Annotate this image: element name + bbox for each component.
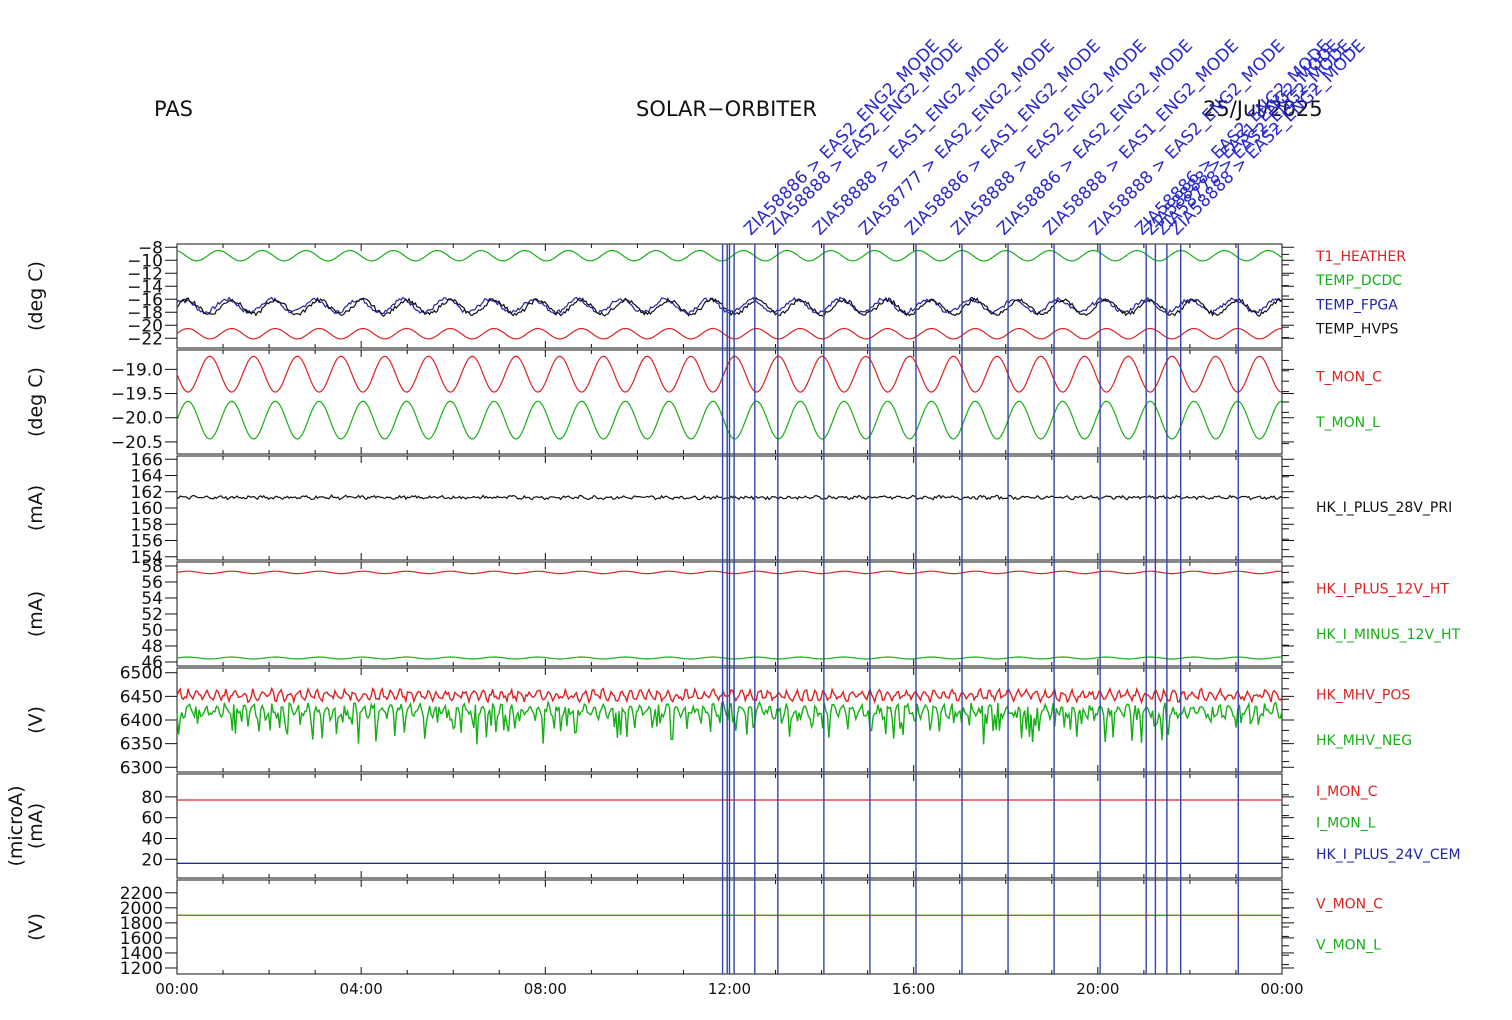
legend-label: HK_I_MINUS_12V_HT <box>1316 627 1461 643</box>
x-tick-label: 00:00 <box>155 980 198 998</box>
panel-4: 46485052545658(mA)HK_I_PLUS_12V_HTHK_I_M… <box>25 557 1461 673</box>
legend-label: HK_MHV_POS <box>1316 688 1410 704</box>
x-tick-label: 16:00 <box>892 980 935 998</box>
y-tick-label: −19.0 <box>111 360 163 380</box>
y-axis-label: (deg C) <box>25 261 47 331</box>
y-tick-label: 2200 <box>120 884 163 904</box>
y-tick-label: −22 <box>127 329 163 349</box>
y-tick-label: 6500 <box>120 664 163 684</box>
x-tick-label: 12:00 <box>708 980 751 998</box>
legend-label: HK_I_PLUS_28V_PRI <box>1316 500 1452 516</box>
x-tick-label: 20:00 <box>1076 980 1119 998</box>
housekeeping-chart: −8−10−12−14−16−18−20−22(deg C)T1_HEATHER… <box>5 36 1461 998</box>
legend-label: HK_MHV_NEG <box>1316 733 1412 749</box>
y-tick-label: 166 <box>131 450 163 470</box>
legend-label: TEMP_DCDC <box>1315 273 1402 289</box>
y-axis-label-2: (microA) <box>5 785 27 866</box>
y-tick-label: 6300 <box>120 758 163 778</box>
y-tick-label: 40 <box>141 829 163 849</box>
legend-label: T1_HEATHER <box>1315 249 1406 265</box>
panel-7: 120014001600180020002200(V)V_MON_CV_MON_… <box>25 879 1383 979</box>
y-axis-label: (V) <box>25 706 47 734</box>
legend-label: TEMP_FPGA <box>1315 297 1398 313</box>
legend-label: V_MON_C <box>1316 897 1383 913</box>
panel-6: 20406080 (mA)(microA) I_MON_C I_MON_L HK_I_P… <box>5 773 1461 879</box>
x-tick-label: 04:00 <box>340 980 383 998</box>
y-tick-label: 60 <box>141 809 163 829</box>
y-tick-label: 58 <box>141 557 163 577</box>
legend-label: T_MON_L <box>1315 415 1380 431</box>
panel-1: −8−10−12−14−16−18−20−22(deg C)T1_HEATHER… <box>25 238 1406 349</box>
y-tick-label: −20.0 <box>111 409 163 429</box>
legend-label: T_MON_C <box>1315 370 1382 386</box>
y-tick-label: −19.5 <box>111 385 163 405</box>
y-axis-label: (mA) <box>25 803 47 849</box>
y-tick-label: 6350 <box>120 735 163 755</box>
y-axis-label: (V) <box>25 913 47 941</box>
y-tick-label: 80 <box>141 788 163 808</box>
panel-5: 6300 6350 6400 6450 6500 (V) HK_MHV_POS HK_MHV_… <box>25 664 1412 779</box>
x-tick-label: 08:00 <box>524 980 567 998</box>
legend-label: V_MON_L <box>1316 937 1381 953</box>
legend-label: I_MON_C <box>1316 784 1378 800</box>
y-axis-label: (mA) <box>25 591 47 637</box>
legend-label: TEMP_HVPS <box>1315 321 1398 337</box>
y-tick-label: 20 <box>141 850 163 870</box>
x-tick-label: 00:00 <box>1260 980 1303 998</box>
y-tick-label: 6450 <box>120 687 163 707</box>
y-tick-label: 6400 <box>120 711 163 731</box>
legend-label: HK_I_PLUS_12V_HT <box>1316 582 1449 598</box>
legend-label: I_MON_L <box>1316 816 1376 832</box>
legend-label: HK_I_PLUS_24V_CEM <box>1316 847 1461 863</box>
y-axis-label: (mA) <box>25 485 47 531</box>
y-axis-label: (deg C) <box>25 367 47 437</box>
event-markers: ZIA58886 > EAS2_ENG2_MODEZIA58888 > EAS2… <box>721 36 1370 974</box>
panel-2: −19.0−19.5−20.0−20.5(deg C) T_MON_CT_MON_… <box>25 349 1382 455</box>
